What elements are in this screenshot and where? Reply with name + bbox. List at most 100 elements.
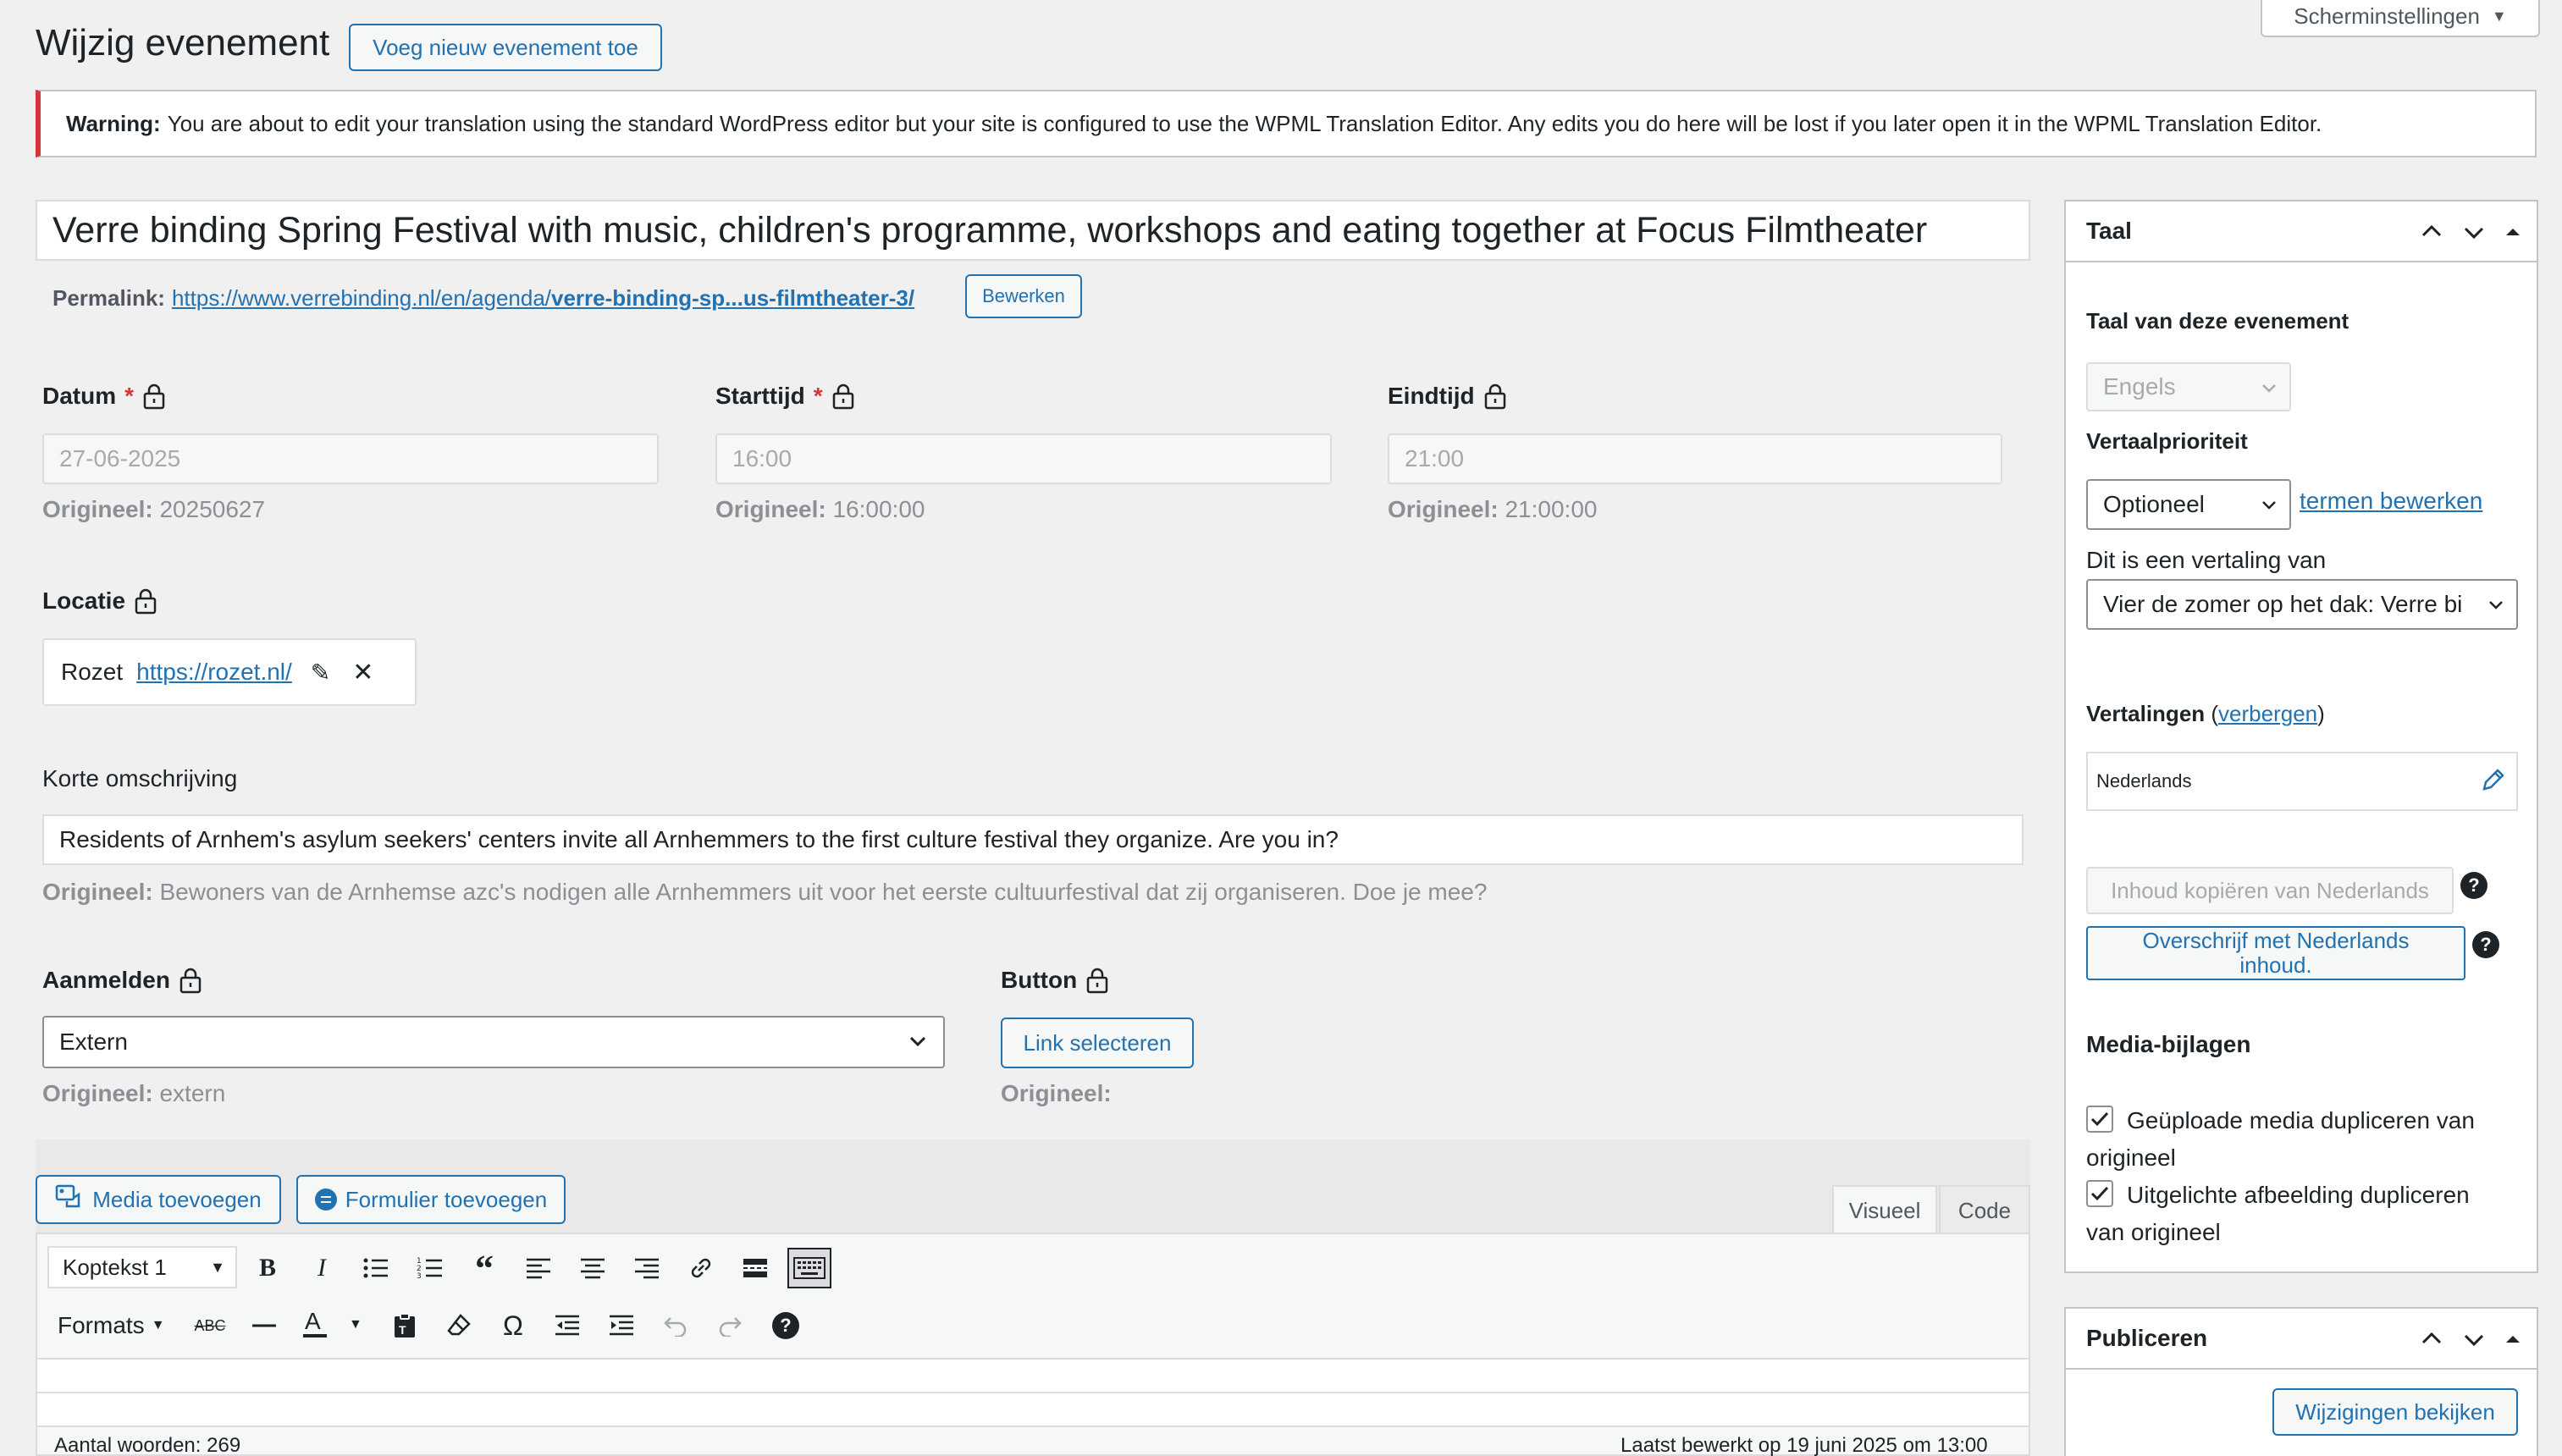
button-label: Button: [1001, 967, 1109, 994]
locatie-name: Rozet: [61, 659, 124, 685]
bold-icon[interactable]: B: [251, 1251, 284, 1285]
add-new-event-button[interactable]: Voeg nieuw evenement toe: [349, 24, 662, 71]
chevron-down-icon: [2262, 384, 2276, 393]
priority-select[interactable]: Optioneel: [2086, 479, 2291, 530]
starttijd-field[interactable]: 16:00: [715, 433, 1332, 484]
chevron-down-icon: [2262, 501, 2276, 510]
translation-of-select[interactable]: Vier de zomer op het dak: Verre bi: [2086, 579, 2518, 630]
blockquote-icon[interactable]: “: [467, 1248, 501, 1289]
tab-visual[interactable]: Visueel: [1832, 1185, 1937, 1234]
lang-select[interactable]: Engels: [2086, 362, 2291, 411]
special-character-icon[interactable]: Ω: [496, 1309, 530, 1343]
format-select-value: Koptekst 1: [63, 1254, 167, 1280]
help-icon[interactable]: ?: [772, 1312, 799, 1339]
locatie-label: Locatie: [42, 587, 157, 615]
required-mark: *: [813, 383, 823, 409]
numbered-list-icon[interactable]: 123: [413, 1251, 447, 1285]
collapse-triangle-icon[interactable]: [2503, 1326, 2523, 1353]
strikethrough-icon[interactable]: ABC: [193, 1309, 227, 1343]
starttijd-original: Origineel: 16:00:00: [715, 496, 925, 522]
permalink-base: https://www.verrebinding.nl/en/agenda/: [171, 284, 552, 311]
paste-text-icon[interactable]: T: [388, 1309, 422, 1343]
help-icon[interactable]: ?: [2472, 931, 2499, 958]
screen-options-label: Scherminstellingen: [2294, 3, 2480, 29]
add-form-button[interactable]: Formulier toevoegen: [296, 1175, 566, 1224]
chevron-down-icon[interactable]: [2460, 1326, 2487, 1353]
pencil-icon[interactable]: ✎: [311, 659, 330, 687]
eindtijd-label-text: Eindtijd: [1388, 383, 1475, 409]
align-center-icon[interactable]: [576, 1251, 610, 1285]
caret-down-icon: ▼: [151, 1318, 165, 1332]
duplicate-media-line1: Geüploade media dupliceren van: [2127, 1107, 2475, 1133]
help-icon[interactable]: ?: [2460, 872, 2487, 899]
lock-icon: [143, 383, 165, 410]
required-mark: *: [124, 383, 135, 409]
close-icon[interactable]: ✕: [352, 658, 373, 687]
panel-controls: [2418, 1326, 2523, 1353]
screen-options-button[interactable]: Scherminstellingen ▼: [2261, 0, 2540, 37]
chevron-up-icon[interactable]: [2418, 1326, 2445, 1353]
editor-content[interactable]: [36, 1359, 2030, 1393]
edit-translation-pencil-icon[interactable]: [2481, 767, 2506, 797]
indent-icon[interactable]: [605, 1309, 638, 1343]
overwrite-button[interactable]: Overschrijf met Nederlands inhoud.: [2086, 926, 2465, 980]
chevron-down-icon: [2489, 601, 2503, 609]
add-media-button[interactable]: Media toevoegen: [36, 1175, 281, 1224]
aanmelden-select[interactable]: Extern: [42, 1016, 945, 1068]
translation-row: Nederlands: [2086, 752, 2518, 811]
aanmelden-original: Origineel: extern: [42, 1080, 226, 1106]
starttijd-label-text: Starttijd: [715, 383, 805, 409]
edit-terms-link[interactable]: termen bewerken: [2300, 488, 2482, 515]
undo-icon[interactable]: [659, 1309, 693, 1343]
align-left-icon[interactable]: [522, 1251, 555, 1285]
korte-input[interactable]: Residents of Arnhem's asylum seekers' ce…: [42, 814, 2024, 865]
warning-notice: Warning: You are about to edit your tran…: [36, 90, 2537, 157]
panel-controls: [2418, 218, 2523, 245]
text-color-icon[interactable]: A: [301, 1307, 335, 1341]
permalink-edit-button[interactable]: Bewerken: [965, 274, 1082, 318]
clear-formatting-icon[interactable]: [442, 1309, 476, 1343]
chevron-down-icon[interactable]: [2460, 218, 2487, 245]
italic-icon[interactable]: I: [305, 1251, 339, 1285]
redo-icon[interactable]: [713, 1309, 747, 1343]
preview-changes-button[interactable]: Wijzigingen bekijken: [2272, 1388, 2518, 1436]
button-original: Origineel:: [1001, 1080, 1112, 1106]
tab-code[interactable]: Code: [1939, 1185, 2030, 1234]
permalink-link[interactable]: https://www.verrebinding.nl/en/agenda/ve…: [172, 285, 914, 312]
collapse-triangle-icon[interactable]: [2503, 218, 2523, 245]
hide-translations-link[interactable]: verbergen: [2218, 701, 2317, 726]
format-select[interactable]: Koptekst 1 ▼: [47, 1246, 237, 1288]
align-right-icon[interactable]: [630, 1251, 664, 1285]
add-media-label: Media toevoegen: [92, 1186, 262, 1212]
lang-label: Taal van deze evenement: [2086, 308, 2349, 334]
locatie-url-link[interactable]: https://rozet.nl/: [136, 659, 292, 686]
lang-select-value: Engels: [2103, 373, 2176, 400]
outdent-icon[interactable]: [550, 1309, 584, 1343]
button-label-text: Button: [1001, 967, 1078, 993]
formats-dropdown[interactable]: Formats ▼: [58, 1309, 165, 1343]
lock-icon: [135, 588, 157, 615]
read-more-icon[interactable]: [738, 1251, 772, 1285]
copy-content-button[interactable]: Inhoud kopiëren van Nederlands: [2086, 867, 2454, 914]
link-icon[interactable]: [684, 1251, 718, 1285]
locatie-link-box: Rozet https://rozet.nl/ ✎ ✕: [42, 638, 417, 706]
post-title-input[interactable]: Verre binding Spring Festival with music…: [36, 200, 2030, 261]
post-title-text: Verre binding Spring Festival with music…: [52, 209, 1928, 251]
datum-field[interactable]: 27-06-2025: [42, 433, 659, 484]
toolbar-toggle-icon[interactable]: [787, 1248, 831, 1288]
duplicate-featured-line1: Uitgelichte afbeelding dupliceren: [2127, 1182, 2470, 1208]
datum-label: Datum *: [42, 383, 166, 410]
chevron-up-icon[interactable]: [2418, 218, 2445, 245]
datum-original: Origineel: 20250627: [42, 496, 266, 522]
lock-icon: [832, 383, 853, 410]
horizontal-line-icon[interactable]: [247, 1309, 281, 1343]
korte-label: Korte omschrijving: [42, 765, 238, 791]
word-count: Aantal woorden: 269: [54, 1434, 241, 1456]
lock-icon: [1086, 968, 1108, 994]
eindtijd-field[interactable]: 21:00: [1388, 433, 2002, 484]
link-select-button[interactable]: Link selecteren: [1001, 1018, 1194, 1068]
bullet-list-icon[interactable]: [359, 1251, 393, 1285]
caret-down-icon[interactable]: ▼: [349, 1317, 362, 1332]
aanmelden-value: Extern: [59, 1029, 128, 1055]
media-attachments-title: Media-bijlagen: [2086, 1031, 2251, 1057]
